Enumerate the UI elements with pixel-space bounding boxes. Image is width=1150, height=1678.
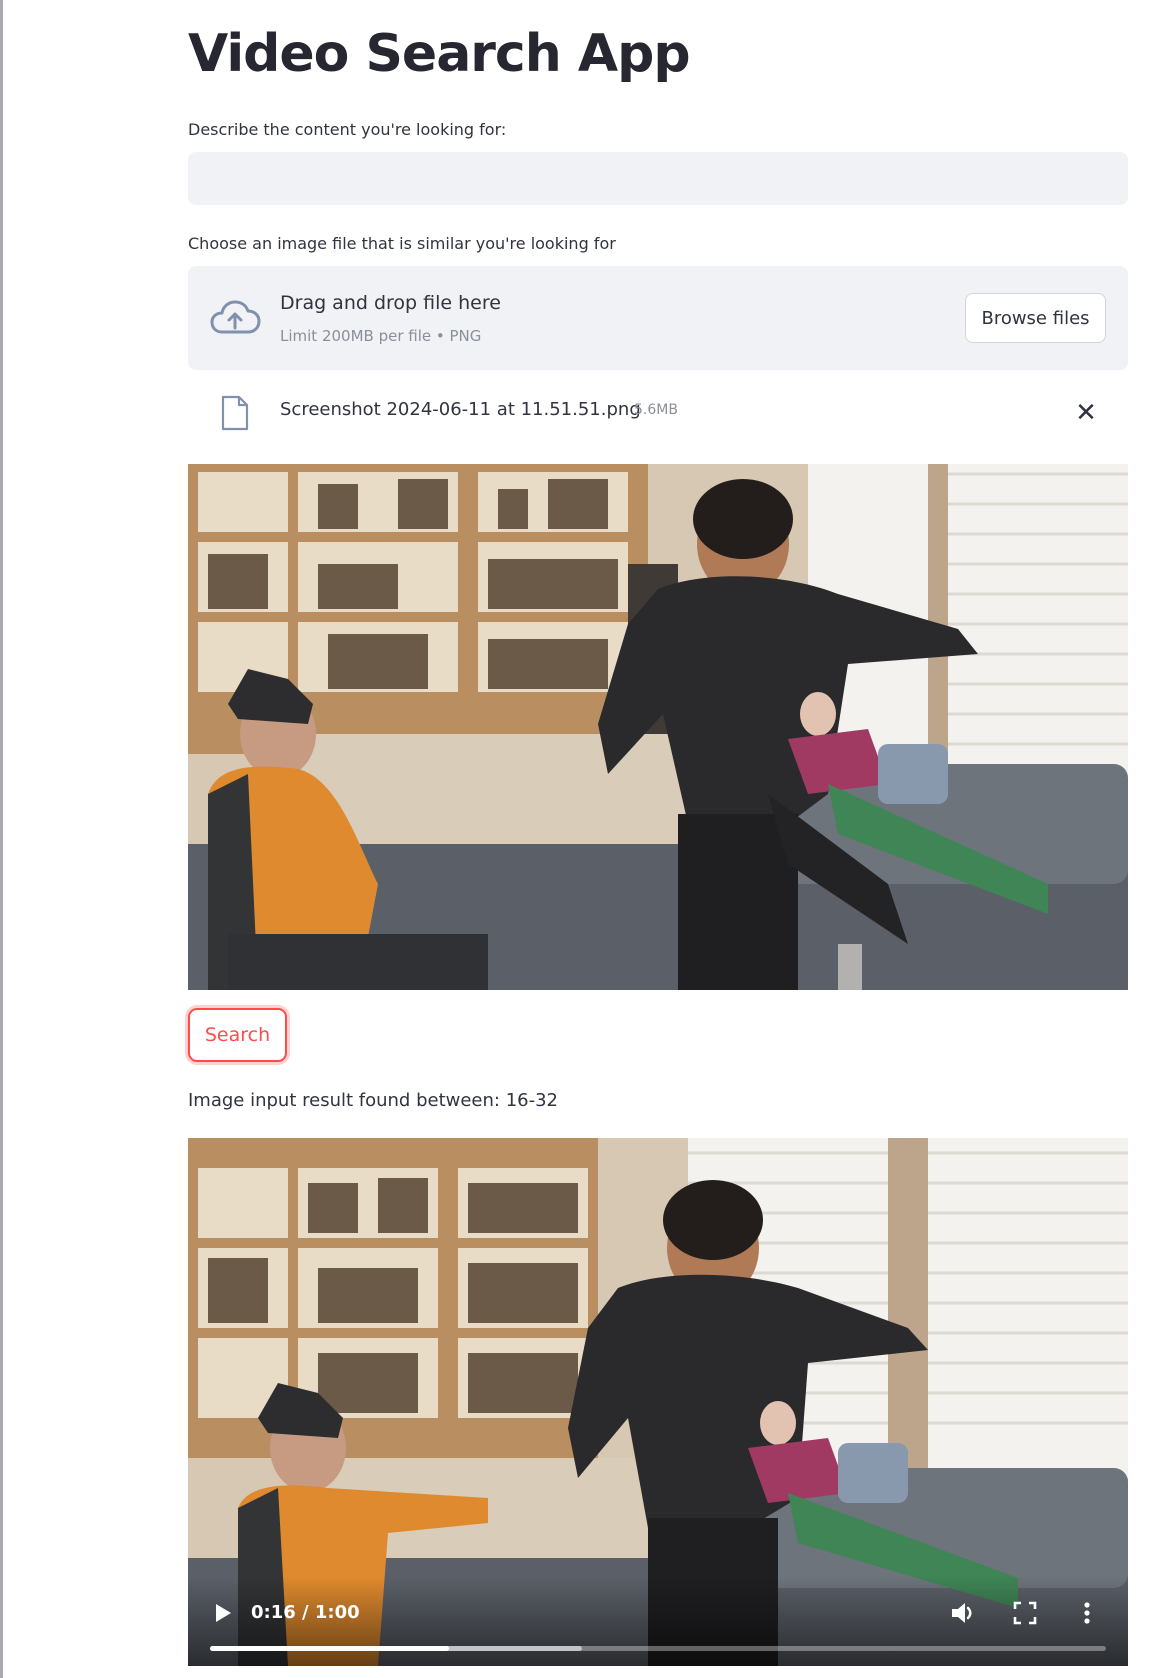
file-icon	[221, 395, 249, 431]
window-edge	[0, 0, 3, 1678]
video-time: 0:16 / 1:00	[251, 1602, 360, 1623]
video-played-bar	[210, 1646, 450, 1651]
play-icon[interactable]	[208, 1599, 236, 1627]
browse-files-button[interactable]: Browse files	[965, 293, 1106, 343]
close-icon[interactable]: ✕	[1066, 393, 1106, 433]
dropzone-limit-text: Limit 200MB per file • PNG	[280, 327, 482, 345]
dropzone-title: Drag and drop file here	[280, 292, 501, 314]
file-dropzone[interactable]: Drag and drop file here Limit 200MB per …	[188, 266, 1128, 370]
page-title: Video Search App	[188, 24, 691, 84]
text-search-label: Describe the content you're looking for:	[188, 120, 507, 139]
search-button[interactable]: Search	[188, 1008, 287, 1062]
uploader-label: Choose an image file that is similar you…	[188, 234, 616, 253]
content-description-input[interactable]	[188, 152, 1128, 205]
video-player[interactable]: 0:16 / 1:00	[188, 1138, 1128, 1666]
cloud-upload-icon	[210, 300, 261, 334]
uploaded-file-row: Screenshot 2024-06-11 at 11.51.51.png 5.…	[188, 385, 1128, 441]
result-message: Image input result found between: 16-32	[188, 1090, 559, 1111]
uploaded-file-size: 5.6MB	[634, 402, 678, 418]
fullscreen-icon[interactable]	[1010, 1598, 1040, 1628]
video-progress-bar[interactable]	[210, 1646, 1106, 1651]
uploaded-file-name: Screenshot 2024-06-11 at 11.51.51.png	[280, 399, 641, 420]
more-vertical-icon[interactable]	[1072, 1598, 1102, 1628]
uploaded-image-preview	[188, 464, 1128, 990]
volume-icon[interactable]	[948, 1598, 978, 1628]
video-controls: 0:16 / 1:00	[188, 1576, 1128, 1666]
